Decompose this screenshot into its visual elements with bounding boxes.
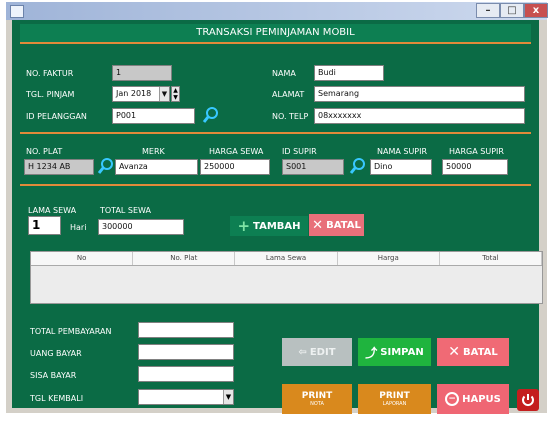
form-title: TRANSAKSI PEMINJAMAN MOBIL [196,27,355,38]
total-sewa-field[interactable]: 300000 [98,219,184,235]
x-icon: ✕ [312,217,324,233]
tgl-pinjam-field[interactable]: Jan 2018 ▼ [112,86,170,102]
id-pelanggan-label: ID PELANGGAN [26,112,87,121]
harga-supir-label: HARGA SUPIR [449,147,504,156]
tgl-pinjam-label: TGL. PINJAM [26,90,75,99]
form-header: TRANSAKSI PEMINJAMAN MOBIL [20,24,531,44]
section-divider-1 [20,132,531,134]
maximize-button[interactable]: □ [500,3,524,18]
x-icon: ✕ [448,344,460,360]
tgl-kembali-label: TGL KEMBALI [30,394,84,403]
uang-bayar-field[interactable] [138,344,234,360]
hapus-button[interactable]: − HAPUS [437,384,509,414]
save-icon: ⤴ [365,345,378,360]
id-supir-field[interactable]: S001 [282,159,344,175]
section-divider-2 [20,184,531,186]
id-pelanggan-field[interactable]: P001 [112,108,195,124]
total-pembayaran-label: TOTAL PEMBAYARAN [30,327,112,336]
form-panel: TRANSAKSI PEMINJAMAN MOBIL NO. FAKTUR 1 … [12,20,543,414]
nama-field[interactable]: Budi [314,65,384,81]
batal-label: BATAL [326,219,361,231]
lama-sewa-field[interactable]: 1 [28,216,61,235]
print-laporan-button[interactable]: PRINT LAPORAN [358,384,431,414]
lama-sewa-label: LAMA SEWA [28,206,77,215]
window-app-icon [10,5,24,18]
no-telp-label: NO. TELP [272,112,309,121]
tgl-kembali-field[interactable]: ▼ [138,389,234,405]
column-header-total: Total [440,252,543,265]
no-plat-field[interactable]: H 1234 AB [24,159,94,175]
hapus-label: HAPUS [462,393,501,405]
batal2-button[interactable]: ✕ BATAL [437,338,509,366]
sisa-bayar-field[interactable] [138,366,234,382]
column-header-lama: Lama Sewa [235,252,338,265]
search-plat-icon[interactable] [97,157,115,175]
print-laporan-label: PRINT [379,391,410,401]
minimize-button[interactable]: – [476,3,500,18]
nama-supir-field[interactable]: Dino [370,159,432,175]
total-pembayaran-field[interactable] [138,322,234,338]
tambah-label: TAMBAH [253,220,301,232]
minus-circle-icon: − [445,392,460,406]
no-telp-field[interactable]: 08xxxxxxx [314,108,525,124]
simpan-label: SIMPAN [380,346,424,358]
nama-supir-label: NAMA SUPIR [377,147,428,156]
search-supir-icon[interactable] [349,157,367,175]
chevron-down-icon[interactable]: ▼ [159,87,169,101]
tgl-pinjam-value: Jan 2018 [116,89,152,98]
title-bar: – □ x [6,2,548,20]
close-button[interactable]: x [524,3,548,18]
merk-label: MERK [142,147,165,156]
print-nota-label: PRINT [301,391,333,401]
column-header-no: No [31,252,134,265]
sisa-bayar-label: SISA BAYAR [30,371,77,380]
plus-icon: + [237,217,251,235]
harga-sewa-field[interactable]: 250000 [200,159,270,175]
no-faktur-field[interactable]: 1 [112,65,172,81]
table-header: No No. Plat Lama Sewa Harga Total [31,252,543,266]
alamat-field[interactable]: Semarang [314,86,525,102]
power-button[interactable] [517,389,539,411]
batal2-label: BATAL [462,346,498,358]
harga-sewa-label: HARGA SEWA [209,147,264,156]
column-header-plat: No. Plat [133,252,236,265]
app-window: – □ x TRANSAKSI PEMINJAMAN MOBIL NO. FAK… [6,2,548,414]
print-nota-sub: NOTA [310,401,324,407]
date-spinner[interactable]: ▲ ▼ [171,86,180,102]
hari-label: Hari [70,223,87,232]
print-nota-button[interactable]: PRINT NOTA [282,384,352,414]
calendar-dropdown-icon[interactable]: ▼ [223,390,233,404]
total-sewa-label: TOTAL SEWA [100,206,151,215]
no-plat-label: NO. PLAT [26,147,63,156]
id-supir-label: ID SUPIR [282,147,317,156]
simpan-button[interactable]: ⤴ SIMPAN [358,338,431,366]
alamat-label: ALAMAT [272,90,305,99]
search-pelanggan-icon[interactable] [202,106,220,124]
batal-button[interactable]: ✕ BATAL [309,214,364,236]
edit-label: EDIT [309,346,336,358]
tambah-button[interactable]: + TAMBAH [230,216,308,236]
edit-arrow-icon: ⇦ [298,346,307,358]
print-laporan-sub: LAPORAN [382,401,407,407]
harga-supir-field[interactable]: 50000 [442,159,508,175]
edit-button[interactable]: ⇦ EDIT [282,338,352,366]
uang-bayar-label: UANG BAYAR [30,349,82,358]
column-header-harga: Harga [338,252,440,265]
nama-label: NAMA [272,69,296,78]
merk-field[interactable]: Avanza [115,159,198,175]
power-icon [522,394,534,406]
no-faktur-label: NO. FAKTUR [26,69,74,78]
transaction-table[interactable]: No No. Plat Lama Sewa Harga Total [30,251,543,304]
